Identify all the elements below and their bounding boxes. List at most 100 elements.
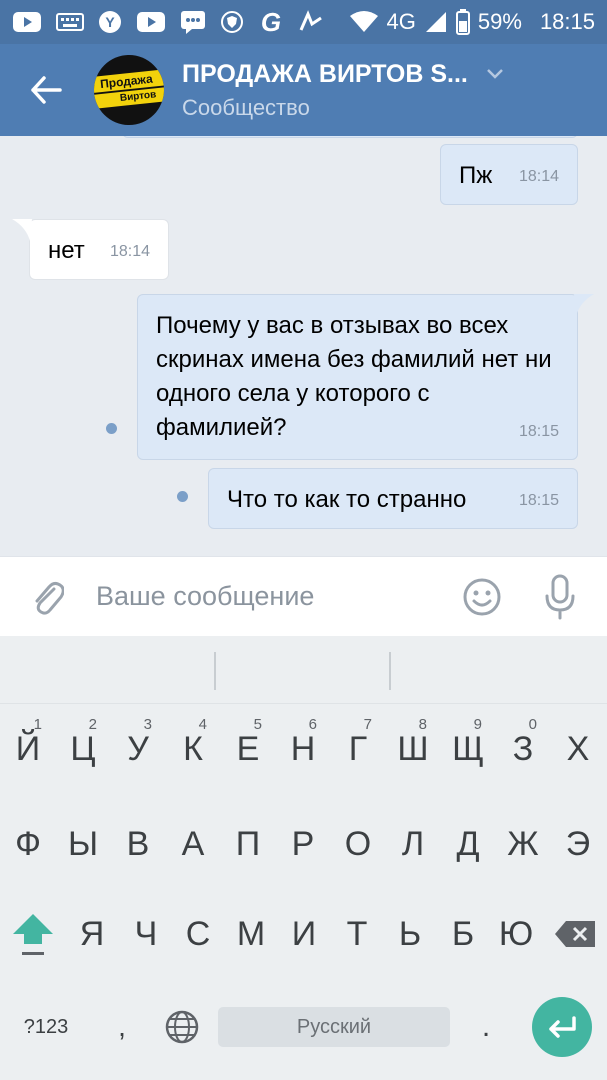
key[interactable]: Н6 xyxy=(275,704,331,794)
key[interactable]: Ш8 xyxy=(385,704,441,794)
chat-header: Продажа Виртов ПРОДАЖА ВИРТОВ S... Сообщ… xyxy=(0,44,607,136)
key[interactable]: Ю xyxy=(488,889,544,979)
unread-indicator xyxy=(106,423,117,434)
message-outgoing[interactable]: Что то как то странно 18:15 xyxy=(208,468,578,529)
message-incoming[interactable]: нет 18:14 xyxy=(29,219,169,280)
status-bar: Y G 4G 59% 18:15 xyxy=(0,0,607,44)
key[interactable]: Е5 xyxy=(220,704,276,794)
key[interactable]: Ь xyxy=(382,889,438,979)
back-button[interactable] xyxy=(0,44,92,136)
voice-button[interactable] xyxy=(536,571,584,623)
bubble-tail xyxy=(574,294,594,316)
key[interactable]: Й1 xyxy=(0,704,56,794)
key[interactable]: Щ9 xyxy=(440,704,496,794)
check-flag-icon xyxy=(299,10,322,31)
keyboard-row-4: ?123 , Русский . xyxy=(0,991,607,1080)
chat-title: ПРОДАЖА ВИРТОВ S... xyxy=(182,59,468,88)
message-time: 18:14 xyxy=(109,243,150,260)
key[interactable]: В xyxy=(110,799,166,889)
keyboard-row-1: Й1 Ц2 У3 К4 Е5 Н6 Г7 Ш8 Щ9 З0 Х xyxy=(0,704,607,794)
bubble-tail xyxy=(12,219,32,241)
wifi-icon xyxy=(349,11,378,32)
message-text: Пж xyxy=(459,162,493,189)
message-composer: Ваше сообщение xyxy=(0,556,607,636)
emoji-button[interactable] xyxy=(458,573,506,621)
suggestion-divider xyxy=(389,652,391,690)
key[interactable]: Т xyxy=(329,889,385,979)
key[interactable]: Ф xyxy=(0,799,56,889)
svg-text:Y: Y xyxy=(105,14,115,30)
shift-key[interactable] xyxy=(4,889,62,979)
key[interactable]: О xyxy=(330,799,386,889)
key[interactable]: Х xyxy=(550,704,606,794)
key[interactable]: Ж xyxy=(495,799,551,889)
key[interactable]: Л xyxy=(385,799,441,889)
clock: 18:15 xyxy=(539,9,595,34)
key[interactable]: Ч xyxy=(118,889,174,979)
keyboard-row-2: Ф Ы В А П Р О Л Д Ж Э xyxy=(0,799,607,889)
key[interactable]: К4 xyxy=(165,704,221,794)
globe-icon xyxy=(165,1010,199,1044)
key[interactable]: П xyxy=(220,799,276,889)
battery-icon xyxy=(455,9,470,35)
previous-message-edge xyxy=(122,136,578,138)
svg-text:G: G xyxy=(261,9,281,35)
message-input[interactable]: Ваше сообщение xyxy=(96,581,314,612)
youtube-icon xyxy=(13,12,41,32)
chat-subtitle: Сообщество xyxy=(182,94,310,120)
key[interactable]: З0 xyxy=(495,704,551,794)
key[interactable]: Э xyxy=(550,799,606,889)
chevron-down-icon xyxy=(486,69,503,79)
key[interactable]: Д xyxy=(440,799,496,889)
key[interactable]: Г7 xyxy=(330,704,386,794)
backspace-key[interactable] xyxy=(546,889,604,979)
key[interactable]: И xyxy=(276,889,332,979)
enter-arrow-icon xyxy=(549,1016,576,1038)
signal-icon xyxy=(425,12,446,32)
attach-button[interactable] xyxy=(6,557,86,637)
chat-title-block[interactable]: ПРОДАЖА ВИРТОВ S... Сообщество xyxy=(182,60,504,121)
microphone-icon xyxy=(545,574,575,620)
language-key[interactable] xyxy=(154,991,210,1063)
network-type: 4G xyxy=(386,9,416,34)
comma-key[interactable]: , xyxy=(94,991,150,1063)
community-avatar[interactable]: Продажа Виртов xyxy=(94,55,164,125)
message-outgoing[interactable]: Почему у вас в отзывах во всех скринах и… xyxy=(137,294,578,460)
key[interactable]: Р xyxy=(275,799,331,889)
backspace-icon xyxy=(555,921,595,947)
message-icon xyxy=(181,11,205,34)
shield-icon xyxy=(221,11,243,33)
shift-arrow-icon xyxy=(13,914,53,955)
message-time: 18:14 xyxy=(518,168,559,185)
key[interactable]: Ц2 xyxy=(55,704,111,794)
spacebar[interactable]: Русский xyxy=(218,1007,450,1047)
message-time: 18:15 xyxy=(518,423,559,440)
battery-percent: 59% xyxy=(477,9,522,34)
key[interactable]: Ы xyxy=(55,799,111,889)
period-key[interactable]: . xyxy=(458,991,514,1063)
key[interactable]: С xyxy=(170,889,226,979)
message-outgoing[interactable]: Пж 18:14 xyxy=(440,144,578,205)
youtube-icon-2 xyxy=(137,12,165,32)
key[interactable]: Я xyxy=(64,889,120,979)
enter-key[interactable] xyxy=(532,997,592,1057)
keyboard: Й1 Ц2 У3 К4 Е5 Н6 Г7 Ш8 Щ9 З0 Х Ф Ы В А … xyxy=(0,636,607,1080)
suggestion-strip[interactable] xyxy=(0,636,607,704)
key[interactable]: Б xyxy=(435,889,491,979)
symbols-key[interactable]: ?123 xyxy=(10,991,82,1063)
key[interactable]: М xyxy=(223,889,279,979)
message-list[interactable]: Пж 18:14 нет 18:14 Почему у вас в отзыва… xyxy=(0,136,607,556)
message-text: Что то как то странно xyxy=(227,486,467,513)
suggestion-divider xyxy=(214,652,216,690)
message-text: Почему у вас в отзывах во всех скринах и… xyxy=(156,312,552,441)
paperclip-icon xyxy=(35,581,64,615)
notification-icons: Y G xyxy=(12,9,324,35)
key[interactable]: У3 xyxy=(110,704,166,794)
unread-indicator xyxy=(177,491,188,502)
keyboard-icon xyxy=(56,13,84,31)
message-text: нет xyxy=(48,237,85,264)
smile-icon xyxy=(463,578,501,616)
key[interactable]: А xyxy=(165,799,221,889)
keyboard-row-3: Я Ч С М И Т Ь Б Ю xyxy=(0,889,607,979)
app-g-icon: G xyxy=(261,9,281,35)
